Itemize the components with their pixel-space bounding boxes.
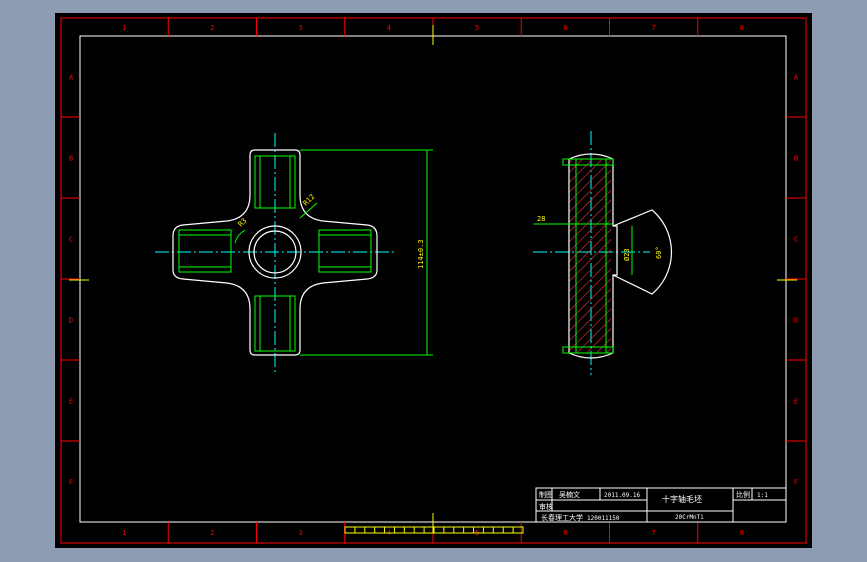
dim-angle60: 60° — [655, 246, 663, 259]
tb-drawn-label: 制图 — [539, 490, 553, 499]
tb-scale-label: 比例 — [736, 490, 750, 499]
zone-row-label-left: F — [69, 479, 73, 487]
zone-col-label-top: 3 — [299, 24, 303, 32]
tb-school: 长春理工大学 — [541, 513, 583, 522]
zone-row-label-left: E — [69, 398, 73, 406]
centering-marks — [69, 25, 797, 533]
dim-r3: R3 — [237, 217, 249, 229]
zone-row-label-right: B — [794, 155, 798, 163]
dim-28: 28 — [537, 215, 545, 223]
tb-code: 120011150 — [587, 515, 620, 522]
front-view-cross: R12 R3 114±0.3 — [155, 133, 433, 373]
tb-material: 20CrMnTi — [675, 514, 704, 521]
tb-scale-value: 1:1 — [757, 492, 768, 499]
outer-frame — [60, 17, 807, 544]
zone-markers: 1122334455667788A AB BC CD DE EF F — [61, 18, 806, 543]
zone-row-label-right: D — [794, 317, 798, 325]
bottom-scale-ruler — [344, 526, 524, 534]
zone-col-label-top: 2 — [210, 24, 214, 32]
drawing-canvas[interactable]: 1122334455667788AABBCCDDEEFF R12 R3 114±… — [55, 13, 812, 548]
dim-dia23: Ø23 — [623, 248, 631, 261]
zone-col-label-bottom: 2 — [210, 529, 214, 537]
zone-col-label-bottom: 3 — [299, 529, 303, 537]
tb-drawn-name: 吴楠文 — [559, 490, 580, 499]
zone-col-label-bottom: 1 — [122, 529, 126, 537]
zone-col-label-top: 4 — [387, 24, 391, 32]
tb-check-label: 审核 — [539, 502, 553, 511]
front-view-centerlines — [155, 133, 397, 373]
zone-col-label-top: 7 — [652, 24, 656, 32]
zone-row-label-right: A — [794, 74, 799, 82]
zone-col-label-top: 1 — [122, 24, 126, 32]
tb-drawn-date: 2011.09.16 — [604, 492, 641, 499]
zone-row-label-left: A — [69, 74, 74, 82]
zone-col-label-bottom: 6 — [563, 529, 567, 537]
zone-row-label-left: D — [69, 317, 73, 325]
zone-col-label-top: 8 — [740, 24, 744, 32]
zone-col-label-top: 5 — [475, 24, 479, 32]
zone-row-label-left: C — [69, 236, 73, 244]
zone-col-label-bottom: 7 — [652, 529, 656, 537]
dim-height: 114±0.3 — [417, 239, 425, 269]
zone-row-label-right: C — [794, 236, 798, 244]
zone-col-label-bottom: 8 — [740, 529, 744, 537]
zone-row-label-right: E — [794, 398, 798, 406]
tb-drawing-title: 十字轴毛坯 — [662, 494, 702, 504]
zone-row-label-right: F — [794, 479, 798, 487]
zone-row-label-left: B — [69, 155, 73, 163]
side-view-section: Ø23 60° 28 — [533, 131, 673, 375]
cad-drawing: 1122334455667788A AB BC CD DE EF F R12 R… — [60, 17, 807, 544]
zone-col-label-top: 6 — [563, 24, 567, 32]
section-hatch — [569, 159, 611, 353]
